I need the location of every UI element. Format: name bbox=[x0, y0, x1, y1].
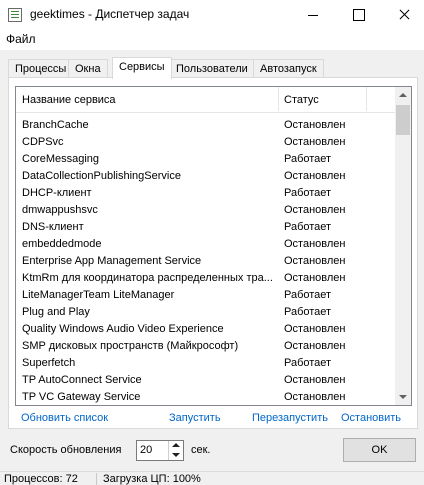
refresh-list-link[interactable]: Обновить список bbox=[21, 412, 108, 424]
table-row[interactable]: TP AutoConnect Service Остановлен bbox=[16, 372, 396, 389]
service-status: Остановлен bbox=[284, 391, 346, 403]
service-name: DHCP-клиент bbox=[22, 187, 92, 199]
table-row[interactable]: CoreMessaging Работает bbox=[16, 151, 396, 168]
table-row[interactable]: LiteManagerTeam LiteManager Работает bbox=[16, 287, 396, 304]
service-status: Работает bbox=[284, 306, 332, 318]
cpu-load: Загрузка ЦП: 100% bbox=[103, 473, 201, 485]
service-name: SMP дисковых пространств (Майкрософт) bbox=[22, 340, 239, 352]
service-name: dmwappushsvc bbox=[22, 204, 98, 216]
service-status: Остановлен bbox=[284, 204, 346, 216]
service-name: Plug and Play bbox=[22, 306, 90, 318]
table-row[interactable]: Superfetch Работает bbox=[16, 355, 396, 372]
service-name: Quality Windows Audio Video Experience bbox=[22, 323, 224, 335]
service-name: Enterprise App Management Service bbox=[22, 255, 202, 267]
menu-bar: Файл bbox=[0, 30, 424, 50]
table-row[interactable]: DHCP-клиент Работает bbox=[16, 185, 396, 202]
scroll-up-arrow-icon[interactable] bbox=[395, 87, 411, 104]
service-status: Работает bbox=[284, 289, 332, 301]
service-status: Остановлен bbox=[284, 272, 346, 284]
service-status: Работает bbox=[284, 357, 332, 369]
tab-processes[interactable]: Процессы bbox=[8, 59, 74, 78]
services-panel: Название сервиса Статус BranchCache Остан… bbox=[8, 77, 418, 429]
services-list[interactable]: Название сервиса Статус BranchCache Остан… bbox=[15, 86, 412, 406]
service-status: Остановлен bbox=[284, 374, 346, 386]
scroll-down-arrow-icon[interactable] bbox=[395, 388, 411, 405]
stop-link[interactable]: Остановить bbox=[341, 412, 401, 424]
refresh-rate-value[interactable]: 20 bbox=[140, 444, 152, 456]
table-row[interactable]: SMP дисковых пространств (Майкрософт) Ост… bbox=[16, 338, 396, 355]
ok-button[interactable]: OK bbox=[343, 438, 416, 462]
tab-autostart[interactable]: Автозапуск bbox=[253, 59, 324, 78]
tab-users[interactable]: Пользователи bbox=[169, 59, 255, 78]
stepper-buttons bbox=[168, 441, 183, 460]
service-name: embeddedmode bbox=[22, 238, 102, 250]
service-name: CDPSvc bbox=[22, 136, 64, 148]
column-divider[interactable] bbox=[278, 87, 279, 111]
column-header-name[interactable]: Название сервиса bbox=[22, 94, 116, 106]
stepper-down-icon[interactable] bbox=[169, 451, 183, 460]
task-manager-icon bbox=[8, 8, 22, 22]
service-status: Работает bbox=[284, 153, 332, 165]
status-divider bbox=[96, 473, 97, 485]
column-divider[interactable] bbox=[366, 87, 367, 111]
service-status: Остановлен bbox=[284, 170, 346, 182]
table-row[interactable]: dmwappushsvc Остановлен bbox=[16, 202, 396, 219]
service-name: TP AutoConnect Service bbox=[22, 374, 142, 386]
vertical-scrollbar[interactable] bbox=[395, 87, 411, 405]
status-bar: Процессов: 72 Загрузка ЦП: 100% bbox=[0, 471, 424, 485]
title-bar: geektimes - Диспетчер задач bbox=[0, 0, 424, 30]
menu-file[interactable]: Файл bbox=[6, 32, 36, 46]
tab-strip: Процессы Окна Сервисы Пользователи Автоз… bbox=[8, 57, 418, 79]
service-status: Остановлен bbox=[284, 136, 346, 148]
service-name: KtmRm для координатора распределенных тр… bbox=[22, 272, 273, 284]
service-status: Остановлен bbox=[284, 323, 346, 335]
process-count: Процессов: 72 bbox=[4, 473, 78, 485]
tab-windows[interactable]: Окна bbox=[68, 59, 108, 78]
refresh-unit-label: сек. bbox=[191, 444, 211, 456]
table-row[interactable]: KtmRm для координатора распределенных тр… bbox=[16, 270, 396, 287]
service-status: Работает bbox=[284, 187, 332, 199]
maximize-button[interactable] bbox=[336, 0, 381, 30]
stepper-up-icon[interactable] bbox=[169, 441, 183, 450]
window-title: geektimes - Диспетчер задач bbox=[30, 7, 190, 21]
table-row[interactable]: Plug and Play Работает bbox=[16, 304, 396, 321]
service-rows: BranchCache Остановлен CDPSvc Остановлен Cor… bbox=[16, 117, 396, 405]
table-row[interactable]: CDPSvc Остановлен bbox=[16, 134, 396, 151]
service-status: Остановлен bbox=[284, 119, 346, 131]
service-status: Остановлен bbox=[284, 238, 346, 250]
tab-services[interactable]: Сервисы bbox=[112, 57, 172, 79]
table-row[interactable]: BranchCache Остановлен bbox=[16, 117, 396, 134]
service-name: TP VC Gateway Service bbox=[22, 391, 141, 403]
list-header: Название сервиса Статус bbox=[16, 87, 396, 113]
scrollbar-thumb[interactable] bbox=[396, 105, 410, 135]
service-name: LiteManagerTeam LiteManager bbox=[22, 289, 175, 301]
column-header-status[interactable]: Статус bbox=[284, 94, 319, 106]
restart-link[interactable]: Перезапустить bbox=[252, 412, 328, 424]
service-name: DNS-клиент bbox=[22, 221, 84, 233]
table-row[interactable]: DataCollectionPublishingService Остановле… bbox=[16, 168, 396, 185]
refresh-rate-stepper[interactable]: 20 bbox=[136, 440, 184, 461]
service-status: Остановлен bbox=[284, 255, 346, 267]
service-status: Остановлен bbox=[284, 340, 346, 352]
service-name: Superfetch bbox=[22, 357, 76, 369]
service-name: CoreMessaging bbox=[22, 153, 100, 165]
service-name: BranchCache bbox=[22, 119, 89, 131]
table-row[interactable]: Enterprise App Management Service Останов… bbox=[16, 253, 396, 270]
service-name: DataCollectionPublishingService bbox=[22, 170, 181, 182]
table-row[interactable]: embeddedmode Остановлен bbox=[16, 236, 396, 253]
table-row[interactable]: Quality Windows Audio Video Experience Ос… bbox=[16, 321, 396, 338]
minimize-button[interactable] bbox=[290, 0, 335, 30]
start-link[interactable]: Запустить bbox=[169, 412, 221, 424]
table-row[interactable]: DNS-клиент Работает bbox=[16, 219, 396, 236]
close-button[interactable] bbox=[381, 0, 424, 30]
refresh-rate-label: Скорость обновления bbox=[10, 444, 122, 456]
table-row[interactable]: TP VC Gateway Service Остановлен bbox=[16, 389, 396, 405]
service-status: Работает bbox=[284, 221, 332, 233]
